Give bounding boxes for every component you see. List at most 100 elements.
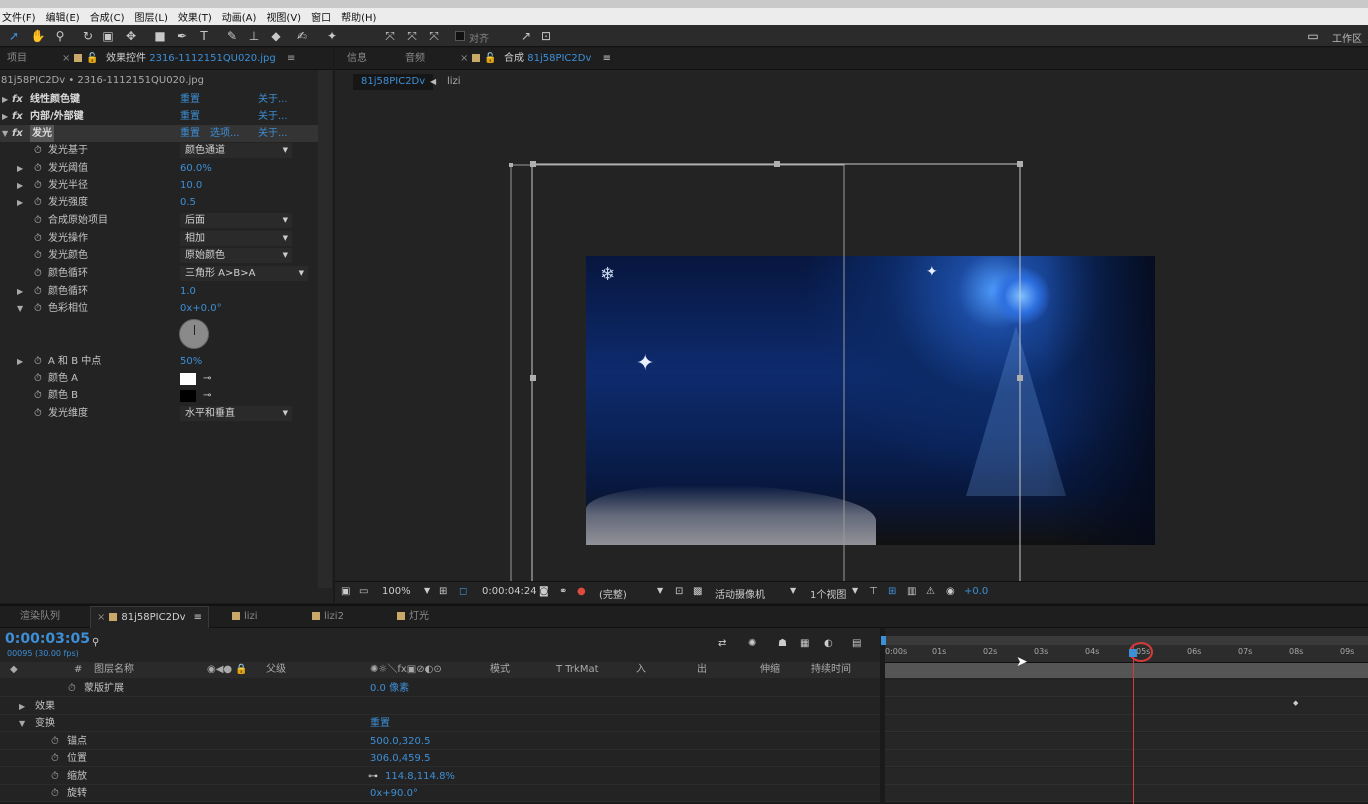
menu-composition[interactable]: 合成(C) bbox=[90, 9, 125, 24]
current-time-indicator-icon[interactable] bbox=[1129, 649, 1137, 657]
menu-help[interactable]: 帮助(H) bbox=[341, 9, 376, 24]
radius-value[interactable]: 10.0 bbox=[180, 177, 202, 194]
stopwatch-icon[interactable]: ⏱ bbox=[34, 353, 42, 370]
eraser-tool-icon[interactable]: ◆ bbox=[268, 28, 284, 44]
clone-stamp-tool-icon[interactable]: ⊥ bbox=[246, 28, 262, 44]
puppet-tool-icon[interactable]: ✦ bbox=[324, 28, 340, 44]
mode-header[interactable]: 模式 bbox=[490, 662, 510, 678]
channel-icon[interactable]: ● bbox=[577, 586, 586, 597]
menu-file[interactable]: 文件(F) bbox=[2, 9, 36, 24]
about-link[interactable]: 关于... bbox=[258, 91, 288, 108]
tab-info[interactable]: 信息 bbox=[347, 48, 367, 70]
stopwatch-icon[interactable]: ⏱ bbox=[34, 142, 42, 159]
tab-comp-81j58PIC2Dv[interactable]: × 81j58PIC2Dv ≡ bbox=[90, 606, 209, 628]
menu-layer[interactable]: 图层(L) bbox=[134, 9, 167, 24]
position-value[interactable]: 306.0,459.5 bbox=[370, 750, 430, 767]
stopwatch-icon[interactable]: ⏱ bbox=[34, 247, 42, 264]
tab-composition[interactable]: × 🔓 合成 81j58PIC2Dv ≡ bbox=[460, 48, 611, 70]
reset-link[interactable]: 重置 bbox=[180, 91, 200, 108]
roto-brush-tool-icon[interactable]: ✍ bbox=[294, 28, 310, 44]
about-link[interactable]: 关于... bbox=[258, 125, 288, 142]
rotation-value[interactable]: 0x+90.0° bbox=[370, 785, 418, 802]
tab-render-queue[interactable]: 渲染队列 bbox=[20, 606, 60, 628]
snap-edges-icon[interactable]: ↗ bbox=[518, 28, 534, 44]
tab-comp-lights[interactable]: 灯光 bbox=[393, 606, 429, 628]
snap-checkbox[interactable] bbox=[455, 31, 465, 41]
close-icon[interactable]: × bbox=[97, 612, 105, 623]
collapse-arrow-icon[interactable]: ▼ bbox=[17, 300, 23, 317]
stretch-header[interactable]: 伸缩 bbox=[760, 662, 780, 678]
stopwatch-icon[interactable]: ⏱ bbox=[51, 768, 59, 785]
stopwatch-icon[interactable]: ⏱ bbox=[34, 387, 42, 404]
views-dropdown[interactable]: 1个视图 bbox=[810, 586, 846, 601]
stopwatch-icon[interactable]: ⏱ bbox=[51, 733, 59, 750]
timeline-icon[interactable]: ▥ bbox=[907, 586, 916, 597]
duration-header[interactable]: 持续时间 bbox=[811, 662, 851, 678]
brush-tool-icon[interactable]: ✎ bbox=[224, 28, 240, 44]
out-header[interactable]: 出 bbox=[697, 662, 707, 678]
stopwatch-icon[interactable]: ⏱ bbox=[34, 160, 42, 177]
graph-editor-icon[interactable]: ▤ bbox=[852, 638, 861, 649]
collapse-arrow-icon[interactable]: ▼ bbox=[2, 125, 8, 142]
effect-controls-scrollbar[interactable] bbox=[318, 70, 332, 588]
panel-menu-icon[interactable]: ≡ bbox=[194, 612, 202, 623]
shy-layers-icon[interactable]: ☗ bbox=[778, 638, 787, 649]
stopwatch-icon[interactable]: ⏱ bbox=[51, 785, 59, 802]
menu-view[interactable]: 视图(V) bbox=[266, 9, 301, 24]
work-area-start-handle[interactable] bbox=[881, 636, 886, 645]
mask-expansion-value[interactable]: 0.0 像素 bbox=[370, 680, 409, 697]
exposure-value[interactable]: +0.0 bbox=[964, 586, 988, 597]
text-tool-icon[interactable]: T bbox=[196, 28, 212, 44]
expand-arrow-icon[interactable]: ▶ bbox=[17, 194, 23, 211]
panel-menu-icon[interactable]: ≡ bbox=[287, 53, 295, 64]
toggle-pixel-icon[interactable]: ⊤ bbox=[869, 586, 878, 597]
lock-icon[interactable]: 🔓 bbox=[484, 53, 496, 64]
tab-project[interactable]: 项目 bbox=[7, 48, 27, 70]
time-ruler[interactable]: 0:00s 01s 02s 03s 04s 05s 06s 07s 08s 09… bbox=[885, 645, 1368, 663]
stopwatch-icon[interactable]: ⏱ bbox=[34, 230, 42, 247]
collapse-arrow-icon[interactable]: ▼ bbox=[19, 715, 25, 732]
zoom-tool-icon[interactable]: ⚲ bbox=[52, 28, 68, 44]
stopwatch-icon[interactable]: ⏱ bbox=[34, 300, 42, 317]
pan-behind-tool-icon[interactable]: ✥ bbox=[123, 28, 139, 44]
expand-arrow-icon[interactable]: ▶ bbox=[2, 91, 8, 108]
ab-midpoint-value[interactable]: 50% bbox=[180, 353, 202, 370]
snapshot-icon[interactable]: ◙ bbox=[539, 586, 549, 597]
monitor-icon[interactable]: ▭ bbox=[359, 586, 368, 597]
transparency-grid-icon[interactable]: ▩ bbox=[693, 586, 702, 597]
rotate-tool-icon[interactable]: ↻ bbox=[80, 28, 96, 44]
expand-arrow-icon[interactable]: ▶ bbox=[17, 177, 23, 194]
search-icon[interactable]: ⚲ bbox=[92, 637, 99, 648]
axis-world-icon[interactable]: ⤧ bbox=[404, 28, 420, 44]
layer-transform-box[interactable] bbox=[335, 96, 1368, 581]
layer-duration-bar[interactable] bbox=[885, 663, 1368, 678]
panel-menu-icon[interactable]: ≡ bbox=[603, 53, 611, 64]
anchor-point-value[interactable]: 500.0,320.5 bbox=[370, 733, 430, 750]
stopwatch-icon[interactable]: ⏱ bbox=[34, 370, 42, 387]
color-loops-value[interactable]: 1.0 bbox=[180, 283, 196, 300]
stopwatch-icon[interactable]: ⏱ bbox=[51, 750, 59, 767]
playhead-line[interactable] bbox=[1133, 646, 1134, 804]
motion-blur-icon[interactable]: ◐ bbox=[824, 638, 833, 649]
tab-comp-lizi2[interactable]: lizi2 bbox=[308, 606, 344, 628]
phase-value[interactable]: 0x+0.0° bbox=[180, 300, 222, 317]
dimensions-dropdown[interactable]: 水平和垂直 bbox=[180, 406, 292, 421]
current-time-display[interactable]: 0:00:03:05 bbox=[5, 631, 90, 647]
effect-row-inner-outer-key[interactable]: ▶ fx 内部/外部键 重置 关于... bbox=[0, 108, 318, 125]
eyedropper-icon[interactable]: ⊸ bbox=[203, 370, 211, 387]
fast-preview-icon[interactable]: ⊞ bbox=[888, 586, 896, 597]
tab-audio[interactable]: 音频 bbox=[405, 48, 425, 70]
composite-dropdown[interactable]: 后面 bbox=[180, 213, 292, 228]
glow-colors-dropdown[interactable]: 原始颜色 bbox=[180, 248, 292, 263]
resolution-dropdown[interactable]: (完整) bbox=[599, 586, 627, 601]
stopwatch-icon[interactable]: ⏱ bbox=[34, 177, 42, 194]
expand-arrow-icon[interactable]: ▶ bbox=[17, 160, 23, 177]
keyframe-icon[interactable]: ◆ bbox=[1293, 699, 1298, 707]
show-snapshot-icon[interactable]: ⚭ bbox=[559, 586, 567, 597]
phase-angle-dial[interactable] bbox=[179, 319, 209, 349]
expand-arrow-icon[interactable]: ▶ bbox=[17, 283, 23, 300]
menu-animation[interactable]: 动画(A) bbox=[222, 9, 257, 24]
glow-based-on-dropdown[interactable]: 颜色通道 bbox=[180, 143, 292, 158]
about-link[interactable]: 关于... bbox=[258, 108, 288, 125]
pen-tool-icon[interactable]: ✒ bbox=[174, 28, 190, 44]
